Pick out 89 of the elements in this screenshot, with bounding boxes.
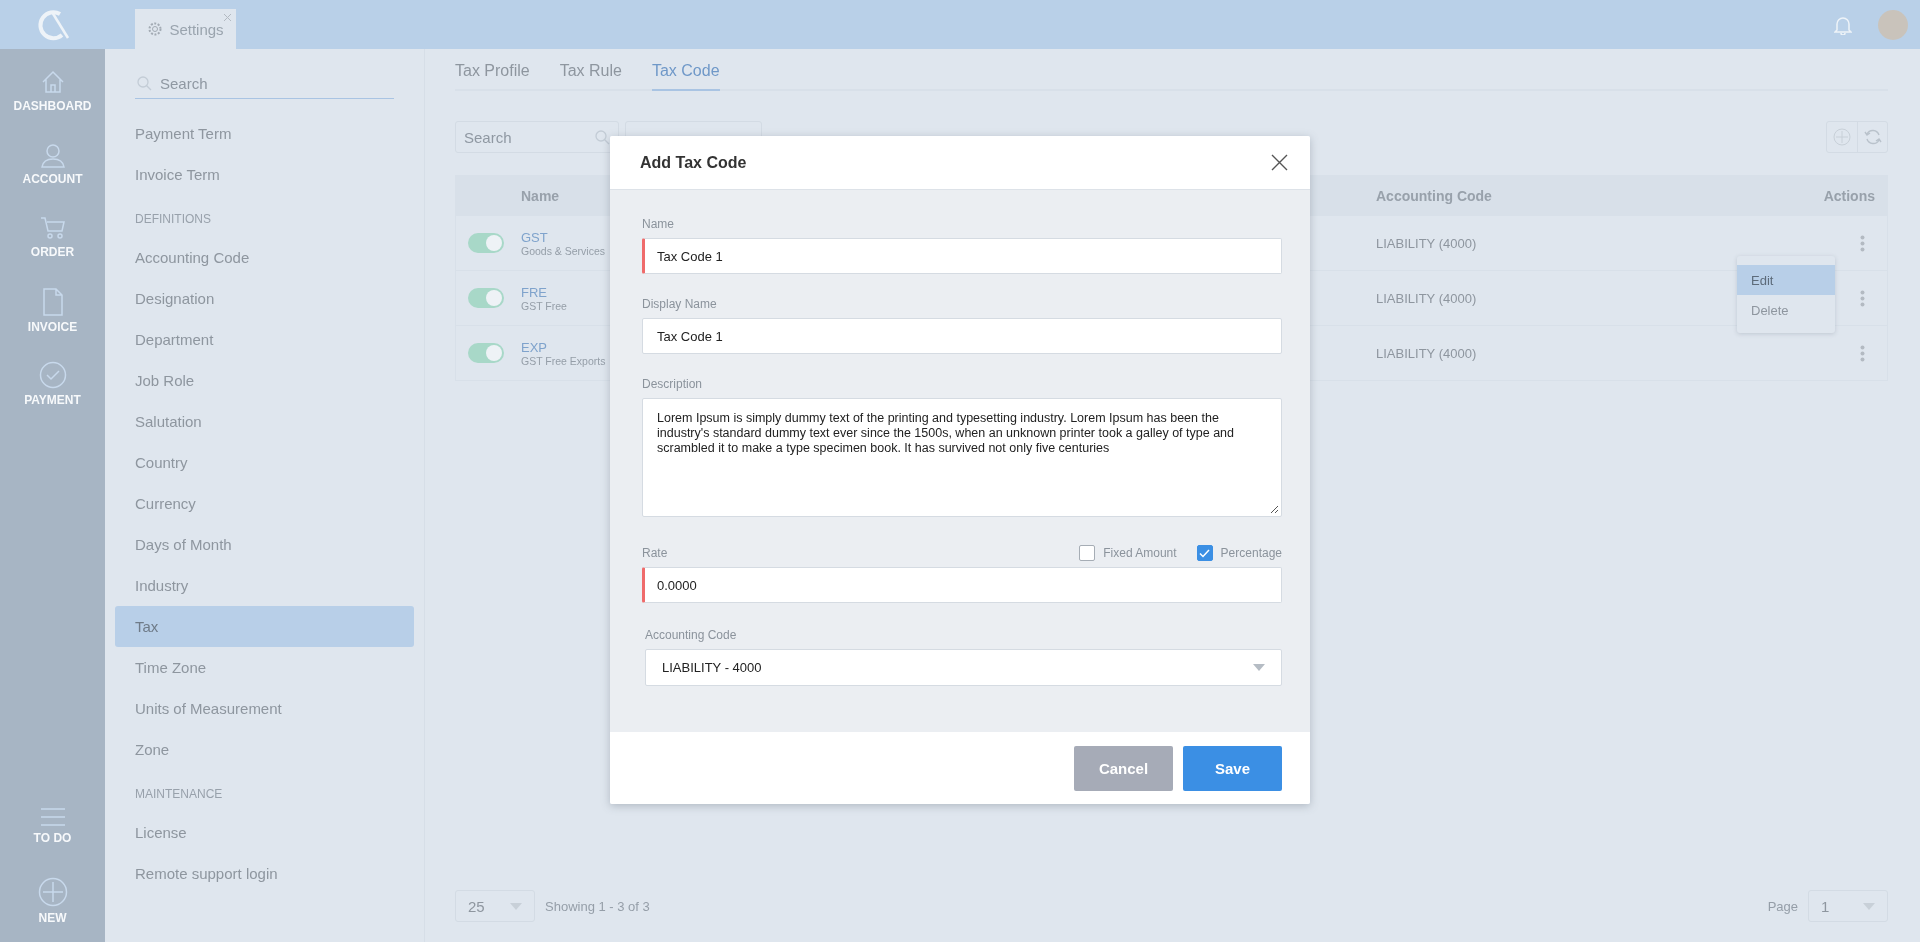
- tax-code-description: Goods & Services: [521, 244, 606, 257]
- section-header: DEFINITIONS: [134, 211, 212, 228]
- tax-code-link[interactable]: GST: [521, 229, 548, 245]
- settings-menu-item[interactable]: License: [115, 812, 414, 853]
- save-button[interactable]: Save: [1183, 745, 1282, 791]
- tax-code-link[interactable]: FRE: [521, 284, 547, 300]
- settings-menu-item[interactable]: Time Zone: [115, 647, 414, 688]
- plus-circle-icon: [37, 877, 68, 907]
- text-input-field[interactable]: Tax Code 1: [642, 318, 1282, 354]
- nav-item[interactable]: DASHBOARD: [13, 69, 92, 142]
- avatar[interactable]: [1878, 9, 1908, 40]
- person-icon: [39, 142, 66, 168]
- tab[interactable]: Tax Rule: [559, 62, 622, 91]
- settings-menu-item[interactable]: Zone: [115, 729, 414, 770]
- toggle-switch[interactable]: [468, 233, 504, 253]
- toggle-switch[interactable]: [468, 343, 504, 363]
- checkbox[interactable]: [1079, 545, 1096, 561]
- settings-menu-item[interactable]: Tax: [115, 606, 414, 647]
- close-icon: [1271, 154, 1288, 171]
- field-label: Name: [642, 217, 674, 231]
- column-header: Name: [521, 187, 561, 204]
- menu-icon: [39, 807, 66, 827]
- resize-grip-icon: [1270, 505, 1279, 514]
- tax-code-link[interactable]: EXP: [521, 339, 547, 355]
- field-label: Accounting Code: [645, 628, 737, 642]
- cart-icon: [39, 215, 66, 241]
- section-header: MAINTENANCE: [134, 786, 224, 803]
- tab[interactable]: Tax Code: [651, 62, 720, 91]
- app-tab[interactable]: Settings: [135, 9, 236, 49]
- settings-menu-item[interactable]: Department: [115, 319, 414, 360]
- settings-menu-item[interactable]: Remote support login: [115, 853, 414, 894]
- nav-item[interactable]: TO DO: [33, 807, 72, 877]
- check-circle-icon: [38, 361, 67, 389]
- nav-item[interactable]: INVOICE: [27, 288, 78, 361]
- menu-item[interactable]: Edit: [1737, 265, 1835, 295]
- kebab-icon: [1860, 344, 1865, 362]
- settings-menu-item[interactable]: Designation: [115, 278, 414, 319]
- column-header: Actions: [1822, 187, 1876, 204]
- close-icon[interactable]: [223, 13, 232, 22]
- results-summary: Showing 1 - 3 of 3: [545, 898, 650, 914]
- tax-code-description: GST Free Exports: [521, 354, 606, 367]
- description-textarea[interactable]: Lorem Ipsum is simply dummy text of the printing and typesetting industry. Lorem Ipsum has been the industry's standard dummy text ever since the 1500s, when an unknown printer took a galley of type and scrambled it to make a type specimen book. It has survived not only five centuries: [642, 398, 1282, 517]
- page-label: Page: [1767, 898, 1798, 914]
- menu-item[interactable]: Delete: [1737, 295, 1835, 325]
- tab[interactable]: Tax Profile: [455, 62, 530, 91]
- nav-item[interactable]: ACCOUNT: [22, 142, 83, 215]
- settings-search-field[interactable]: Search: [135, 69, 394, 99]
- close-button[interactable]: [1271, 154, 1288, 171]
- kebab-icon: [1860, 289, 1865, 307]
- settings-menu-item[interactable]: Job Role: [115, 360, 414, 401]
- settings-menu-item[interactable]: Days of Month: [115, 524, 414, 565]
- settings-menu-item[interactable]: Country: [115, 442, 414, 483]
- rate-type-option[interactable]: Percentage: [1196, 545, 1282, 561]
- cancel-button[interactable]: Cancel: [1074, 745, 1173, 791]
- search-icon: [595, 129, 610, 145]
- checkbox[interactable]: [1196, 545, 1213, 561]
- page-size-select[interactable]: 25: [455, 890, 535, 922]
- dialog-title: Add Tax Code: [640, 153, 747, 172]
- accounting-code-select[interactable]: LIABILITY - 4000: [645, 649, 1282, 686]
- field-label: Display Name: [642, 297, 717, 311]
- settings-menu-item[interactable]: Currency: [115, 483, 414, 524]
- bell-icon[interactable]: [1834, 14, 1852, 35]
- logo-icon: [35, 7, 70, 42]
- settings-menu-item[interactable]: Payment Term: [115, 113, 414, 154]
- rate-type-option[interactable]: Fixed Amount: [1079, 545, 1177, 561]
- rate-input-field[interactable]: 0.0000: [642, 567, 1282, 603]
- nav-item[interactable]: NEW: [37, 877, 68, 932]
- settings-menu-item[interactable]: Industry: [115, 565, 414, 606]
- kebab-icon: [1860, 234, 1865, 252]
- field-label: Description: [642, 377, 703, 391]
- page-select[interactable]: 1: [1808, 890, 1888, 922]
- column-header: Accounting Code: [1376, 187, 1493, 204]
- search-icon: [137, 76, 152, 91]
- text-input-field[interactable]: Tax Code 1: [642, 238, 1282, 274]
- nav-item[interactable]: PAYMENT: [24, 361, 81, 434]
- settings-menu-item[interactable]: Units of Measurement: [115, 688, 414, 729]
- settings-menu-item[interactable]: Accounting Code: [115, 237, 414, 278]
- toggle-switch[interactable]: [468, 288, 504, 308]
- settings-menu-item[interactable]: Invoice Term: [115, 154, 414, 195]
- field-label: Rate: [642, 546, 668, 560]
- tax-code-description: GST Free: [521, 299, 567, 312]
- refresh-icon: [1863, 128, 1882, 146]
- table-cell-text: LIABILITY (4000): [1376, 290, 1478, 306]
- table-cell-text: LIABILITY (4000): [1376, 345, 1478, 361]
- nav-item[interactable]: ORDER: [30, 215, 75, 288]
- settings-menu-item[interactable]: Salutation: [115, 401, 414, 442]
- caret-icon: [1253, 664, 1265, 671]
- gear-icon: [147, 21, 164, 37]
- table-cell-text: LIABILITY (4000): [1376, 235, 1478, 251]
